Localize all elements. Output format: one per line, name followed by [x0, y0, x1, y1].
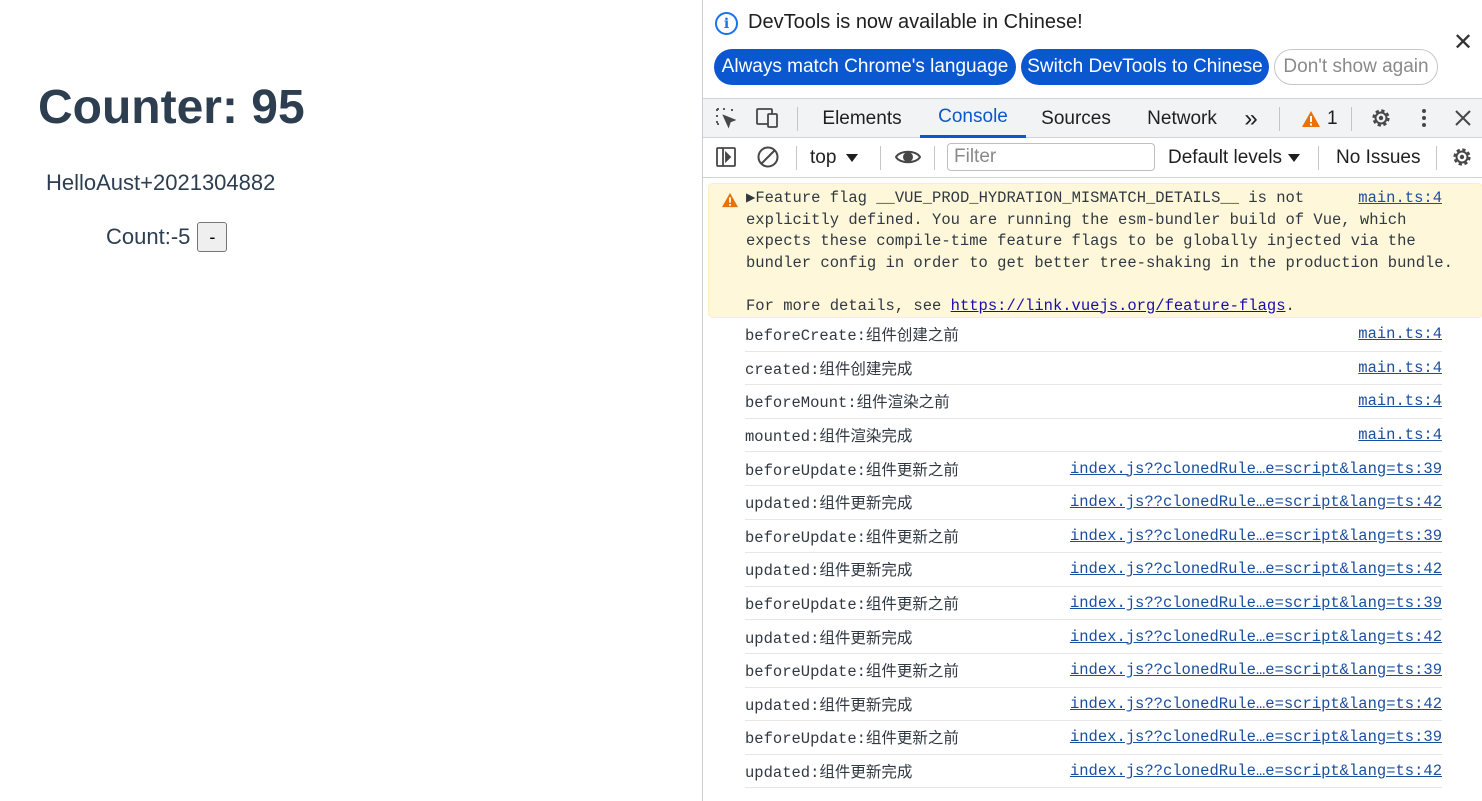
log-list: beforeCreate:组件创建之前 main.ts:4 created:组件创建…: [703, 318, 1482, 789]
log-source-link[interactable]: index.js??clonedRule…e=script&lang=ts:42: [1070, 560, 1442, 578]
count-row: Count:-5 -: [106, 222, 228, 252]
console-log-row: beforeUpdate:组件更新之前 index.js??clonedRule……: [745, 452, 1442, 486]
console-log-row: beforeUpdate:组件更新之前 index.js??clonedRule……: [745, 587, 1442, 621]
switch-to-chinese-button[interactable]: Switch DevTools to Chinese: [1021, 49, 1269, 85]
warning-icon: [1302, 111, 1320, 127]
log-source-link[interactable]: index.js??clonedRule…e=script&lang=ts:42: [1070, 762, 1442, 780]
log-message: updated:组件更新完成: [745, 696, 913, 715]
filter-input[interactable]: [947, 143, 1155, 171]
separator: [1279, 107, 1280, 131]
log-message: beforeUpdate:组件更新之前: [745, 528, 959, 547]
warning-text: ▶Feature flag __VUE_PROD_HYDRATION_MISMA…: [746, 188, 1453, 317]
kebab-menu-icon[interactable]: [1411, 105, 1437, 131]
separator: [797, 107, 798, 131]
warning-count: 1: [1327, 108, 1338, 129]
warning-source-link[interactable]: main.ts:4: [1358, 188, 1442, 210]
issues-button[interactable]: No Issues: [1336, 145, 1420, 171]
context-label: top: [810, 147, 837, 168]
separator: [1318, 146, 1319, 170]
log-message: beforeUpdate:组件更新之前: [745, 730, 959, 749]
log-message: beforeUpdate:组件更新之前: [745, 663, 959, 682]
warning-period: .: [1285, 296, 1295, 315]
console-settings-gear-icon[interactable]: [1449, 144, 1475, 170]
log-message: mounted:组件渲染完成: [745, 428, 913, 447]
language-notice: i DevTools is now available in Chinese! …: [703, 0, 1482, 98]
inspect-element-icon[interactable]: [713, 105, 739, 131]
dont-show-again-button[interactable]: Don't show again: [1274, 49, 1438, 85]
tab-console[interactable]: Console: [920, 99, 1026, 138]
more-tabs-icon[interactable]: »: [1234, 99, 1268, 138]
log-source-link[interactable]: index.js??clonedRule…e=script&lang=ts:39: [1070, 661, 1442, 679]
warnings-counter[interactable]: 1: [1301, 106, 1338, 132]
console-log-row: updated:组件更新完成 index.js??clonedRule…e=scr…: [745, 688, 1442, 722]
log-source-link[interactable]: main.ts:4: [1358, 426, 1442, 444]
console-log-row: beforeCreate:组件创建之前 main.ts:4: [745, 318, 1442, 352]
separator: [1351, 107, 1352, 131]
log-source-link[interactable]: index.js??clonedRule…e=script&lang=ts:42: [1070, 493, 1442, 511]
live-expression-eye-icon[interactable]: [893, 144, 923, 170]
console-log-row: beforeUpdate:组件更新之前 index.js??clonedRule……: [745, 520, 1442, 554]
console-log-row: beforeUpdate:组件更新之前 index.js??clonedRule……: [745, 654, 1442, 688]
log-source-link[interactable]: index.js??clonedRule…e=script&lang=ts:39: [1070, 594, 1442, 612]
hello-text: HelloAust+2021304882: [46, 170, 276, 195]
log-source-link[interactable]: index.js??clonedRule…e=script&lang=ts:42: [1070, 695, 1442, 713]
console-log-row: beforeMount:组件渲染之前 main.ts:4: [745, 385, 1442, 419]
app-page: Counter: 95 HelloAust+2021304882 Count:-…: [0, 0, 702, 801]
console-log-row: mounted:组件渲染完成 main.ts:4: [745, 419, 1442, 453]
feature-flags-link[interactable]: https://link.vuejs.org/feature-flags: [951, 297, 1286, 315]
log-levels-label: Default levels: [1168, 147, 1283, 168]
separator: [934, 146, 935, 170]
log-message: updated:组件更新完成: [745, 495, 913, 514]
log-message: beforeUpdate:组件更新之前: [745, 461, 959, 480]
log-message: updated:组件更新完成: [745, 629, 913, 648]
log-source-link[interactable]: index.js??clonedRule…e=script&lang=ts:39: [1070, 460, 1442, 478]
decrement-button[interactable]: -: [197, 222, 228, 252]
dropdown-arrow-icon: [1288, 154, 1301, 162]
dropdown-arrow-icon: [846, 154, 859, 162]
sidebar-toggle-icon[interactable]: [713, 144, 739, 170]
tab-sources[interactable]: Sources: [1030, 99, 1122, 138]
log-levels-dropdown[interactable]: Default levels: [1168, 145, 1301, 171]
separator: [880, 146, 881, 170]
info-icon: i: [715, 12, 738, 35]
console-toolbar: top Default levels No Issues: [703, 138, 1482, 178]
console-log-row: beforeUpdate:组件更新之前 index.js??clonedRule……: [745, 721, 1442, 755]
console-log-row: updated:组件更新完成 index.js??clonedRule…e=scr…: [745, 620, 1442, 654]
console-output: ▶Feature flag __VUE_PROD_HYDRATION_MISMA…: [703, 180, 1482, 801]
tab-network[interactable]: Network: [1134, 99, 1230, 138]
log-source-link[interactable]: main.ts:4: [1358, 359, 1442, 377]
log-message: beforeMount:组件渲染之前: [745, 394, 950, 413]
device-toolbar-icon[interactable]: [755, 105, 781, 131]
log-source-link[interactable]: index.js??clonedRule…e=script&lang=ts:39: [1070, 527, 1442, 545]
warning-message[interactable]: ▶Feature flag __VUE_PROD_HYDRATION_MISMA…: [708, 183, 1482, 318]
console-log-row: updated:组件更新完成 index.js??clonedRule…e=scr…: [745, 553, 1442, 587]
log-source-link[interactable]: index.js??clonedRule…e=script&lang=ts:39: [1070, 728, 1442, 746]
separator: [796, 146, 797, 170]
console-log-row: created:组件创建完成 main.ts:4: [745, 352, 1442, 386]
context-selector[interactable]: top: [810, 145, 859, 171]
counter-title: Counter: 95: [38, 81, 305, 134]
log-message: created:组件创建完成: [745, 360, 913, 379]
always-match-language-button[interactable]: Always match Chrome's language: [714, 49, 1016, 85]
separator: [1436, 146, 1437, 170]
devtools-panel: i DevTools is now available in Chinese! …: [702, 0, 1482, 801]
log-message: updated:组件更新完成: [745, 562, 913, 581]
tab-elements[interactable]: Elements: [808, 99, 916, 138]
log-source-link[interactable]: main.ts:4: [1358, 325, 1442, 343]
warning-icon: [722, 192, 738, 208]
close-devtools-icon[interactable]: [1450, 105, 1476, 131]
log-message: updated:组件更新完成: [745, 764, 913, 783]
notice-text: DevTools is now available in Chinese!: [748, 11, 1083, 33]
clear-console-icon[interactable]: [755, 144, 781, 170]
log-source-link[interactable]: main.ts:4: [1358, 392, 1442, 410]
console-log-row: updated:组件更新完成 index.js??clonedRule…e=scr…: [745, 755, 1442, 789]
close-icon[interactable]: ✕: [1452, 31, 1474, 55]
log-message: beforeCreate:组件创建之前: [745, 327, 959, 346]
console-log-row: updated:组件更新完成 index.js??clonedRule…e=scr…: [745, 486, 1442, 520]
devtools-tabbar: Elements Console Sources Network » 1: [703, 98, 1482, 138]
log-source-link[interactable]: index.js??clonedRule…e=script&lang=ts:42: [1070, 628, 1442, 646]
log-message: beforeUpdate:组件更新之前: [745, 596, 959, 615]
count-label: Count:-5: [106, 224, 191, 249]
settings-gear-icon[interactable]: [1368, 105, 1394, 131]
